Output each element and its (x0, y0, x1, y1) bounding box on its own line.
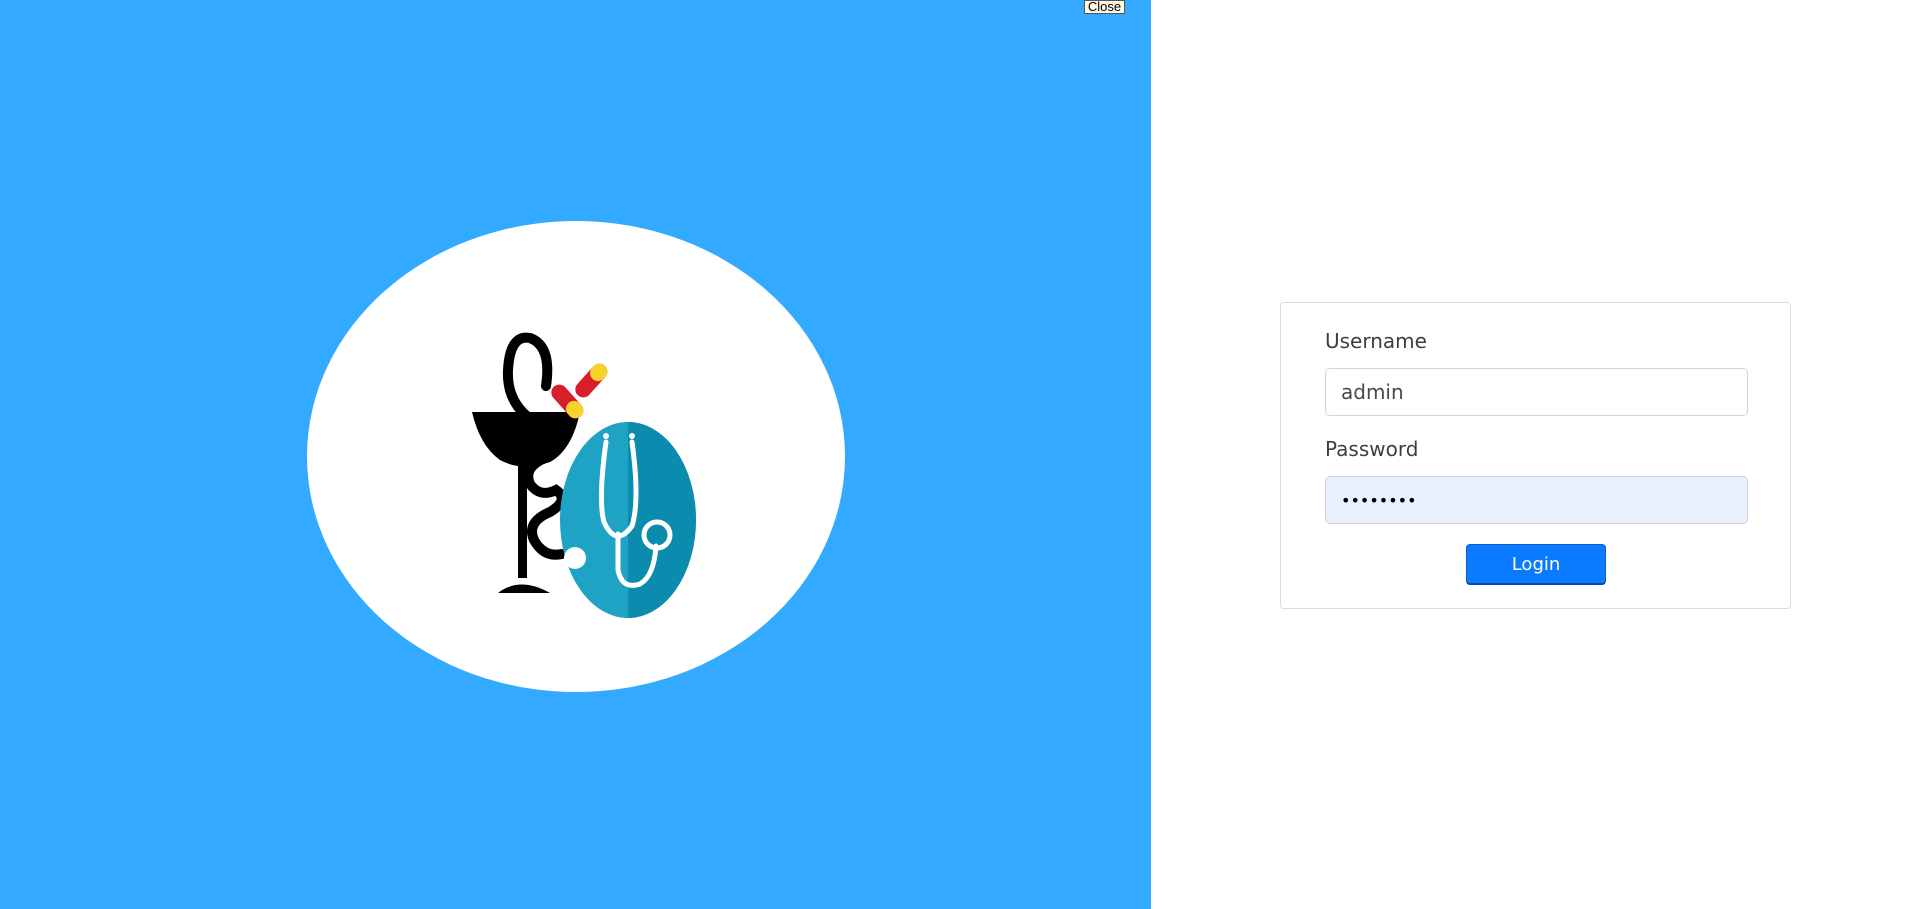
password-label: Password (1325, 437, 1419, 461)
password-input[interactable] (1325, 476, 1748, 524)
login-form-card: Username Password Login (1280, 302, 1791, 609)
pharmacy-logo-icon (472, 332, 696, 618)
left-panel: Close (0, 0, 1151, 909)
username-input[interactable] (1325, 368, 1748, 416)
close-button[interactable]: Close (1084, 0, 1125, 14)
login-button[interactable]: Login (1466, 544, 1606, 585)
username-label: Username (1325, 329, 1427, 353)
